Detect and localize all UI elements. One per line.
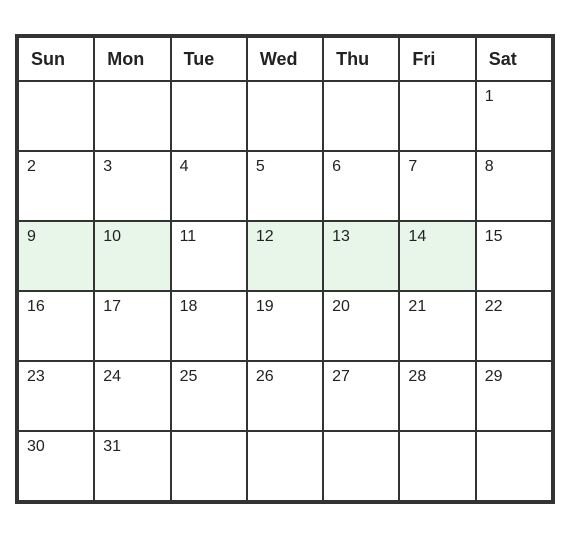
- day-number: 5: [256, 158, 265, 175]
- day-number: 14: [408, 228, 426, 245]
- day-number: 12: [256, 228, 274, 245]
- day-number: 24: [103, 368, 121, 385]
- day-number: 25: [180, 368, 198, 385]
- day-number: 31: [103, 438, 121, 455]
- day-cell[interactable]: [172, 82, 248, 152]
- day-number: 30: [27, 438, 45, 455]
- day-cell[interactable]: 9: [19, 222, 95, 292]
- day-number: 17: [103, 298, 121, 315]
- day-cell[interactable]: [477, 432, 553, 502]
- day-number: 18: [180, 298, 198, 315]
- day-cell[interactable]: 28: [400, 362, 476, 432]
- day-number: 3: [103, 158, 112, 175]
- day-cell[interactable]: 13: [324, 222, 400, 292]
- day-cell[interactable]: [95, 82, 171, 152]
- day-cell[interactable]: [324, 82, 400, 152]
- day-cell[interactable]: 19: [248, 292, 324, 362]
- day-number: 20: [332, 298, 350, 315]
- header-tue: Tue: [172, 38, 248, 82]
- day-cell[interactable]: [248, 432, 324, 502]
- day-cell[interactable]: 26: [248, 362, 324, 432]
- day-number: 4: [180, 158, 189, 175]
- day-cell[interactable]: [400, 432, 476, 502]
- day-cell[interactable]: 27: [324, 362, 400, 432]
- day-cell[interactable]: [248, 82, 324, 152]
- day-number: 1: [485, 88, 494, 105]
- calendar: SunMonTueWedThuFriSat1234567891011121314…: [15, 34, 555, 504]
- day-cell[interactable]: 29: [477, 362, 553, 432]
- header-thu: Thu: [324, 38, 400, 82]
- day-cell[interactable]: 6: [324, 152, 400, 222]
- day-number: 21: [408, 298, 426, 315]
- day-cell[interactable]: 11: [172, 222, 248, 292]
- day-cell[interactable]: 22: [477, 292, 553, 362]
- day-number: 11: [180, 228, 197, 245]
- header-sun: Sun: [19, 38, 95, 82]
- header-sat: Sat: [477, 38, 553, 82]
- day-cell[interactable]: 25: [172, 362, 248, 432]
- day-number: 29: [485, 368, 503, 385]
- day-cell[interactable]: 8: [477, 152, 553, 222]
- day-cell[interactable]: 17: [95, 292, 171, 362]
- day-cell[interactable]: 21: [400, 292, 476, 362]
- day-cell[interactable]: 1: [477, 82, 553, 152]
- day-cell[interactable]: 24: [95, 362, 171, 432]
- header-wed: Wed: [248, 38, 324, 82]
- day-number: 6: [332, 158, 341, 175]
- day-cell[interactable]: [400, 82, 476, 152]
- header-mon: Mon: [95, 38, 171, 82]
- day-cell[interactable]: [324, 432, 400, 502]
- day-number: 26: [256, 368, 274, 385]
- day-number: 2: [27, 158, 36, 175]
- day-cell[interactable]: 10: [95, 222, 171, 292]
- day-number: 7: [408, 158, 417, 175]
- day-cell[interactable]: 3: [95, 152, 171, 222]
- day-cell[interactable]: 23: [19, 362, 95, 432]
- day-cell[interactable]: 5: [248, 152, 324, 222]
- day-number: 10: [103, 228, 121, 245]
- day-cell[interactable]: 15: [477, 222, 553, 292]
- day-cell[interactable]: [172, 432, 248, 502]
- day-number: 13: [332, 228, 350, 245]
- day-cell[interactable]: 14: [400, 222, 476, 292]
- day-cell[interactable]: 20: [324, 292, 400, 362]
- day-number: 19: [256, 298, 274, 315]
- day-number: 28: [408, 368, 426, 385]
- day-number: 22: [485, 298, 503, 315]
- day-cell[interactable]: 16: [19, 292, 95, 362]
- day-cell[interactable]: 4: [172, 152, 248, 222]
- day-number: 9: [27, 228, 36, 245]
- day-cell[interactable]: [19, 82, 95, 152]
- day-number: 27: [332, 368, 350, 385]
- day-cell[interactable]: 30: [19, 432, 95, 502]
- day-cell[interactable]: 7: [400, 152, 476, 222]
- day-cell[interactable]: 12: [248, 222, 324, 292]
- day-cell[interactable]: 2: [19, 152, 95, 222]
- calendar-grid: SunMonTueWedThuFriSat1234567891011121314…: [17, 36, 553, 502]
- day-number: 15: [485, 228, 503, 245]
- day-cell[interactable]: 18: [172, 292, 248, 362]
- header-fri: Fri: [400, 38, 476, 82]
- day-number: 16: [27, 298, 45, 315]
- day-number: 23: [27, 368, 45, 385]
- day-cell[interactable]: 31: [95, 432, 171, 502]
- day-number: 8: [485, 158, 494, 175]
